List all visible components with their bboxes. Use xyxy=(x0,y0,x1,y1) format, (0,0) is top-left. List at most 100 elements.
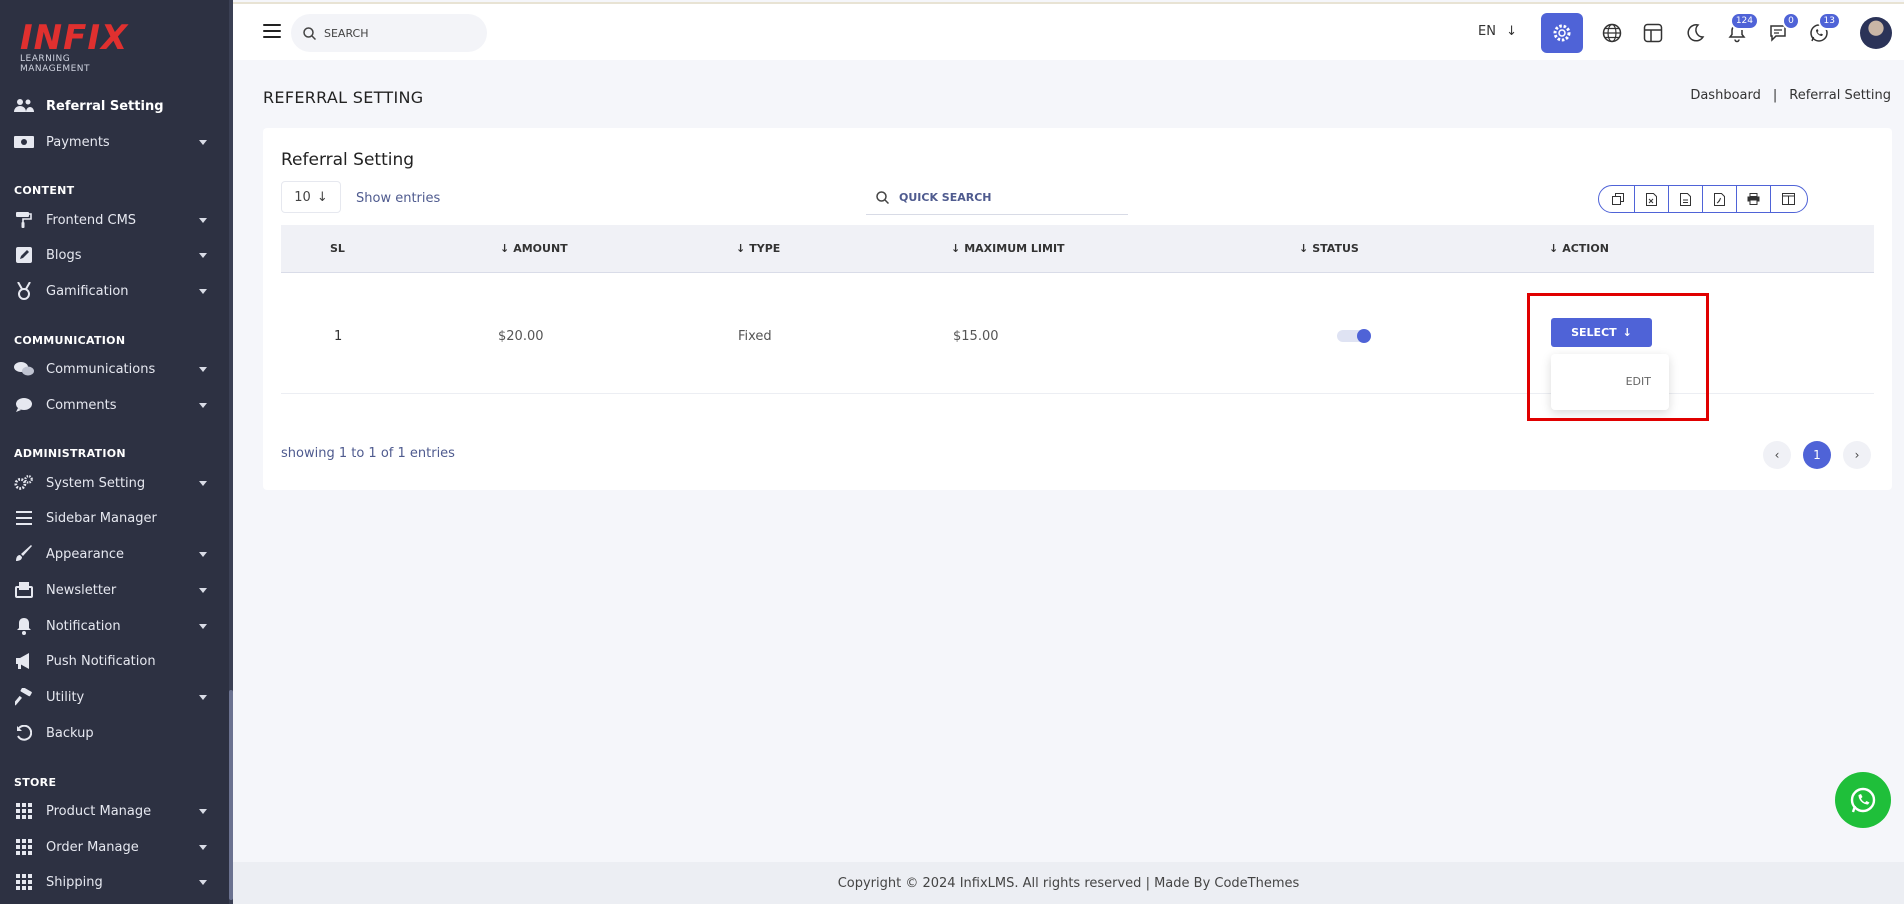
column-header-maximum-limit[interactable]: ↓ MAXIMUM LIMIT xyxy=(951,242,1065,255)
sidebar-item-label: System Setting xyxy=(46,475,146,491)
sidebar-item-label: Backup xyxy=(46,725,94,741)
edit-menu-item[interactable]: EDIT xyxy=(1626,375,1651,388)
status-toggle[interactable] xyxy=(1337,326,1371,346)
sidebar-item-blogs[interactable]: Blogs xyxy=(0,238,229,272)
page-button-current[interactable]: 1 xyxy=(1803,441,1831,469)
column-label: ACTION xyxy=(1562,242,1609,255)
sidebar-item-comments[interactable]: Comments xyxy=(0,388,229,422)
chat-button[interactable]: 13 xyxy=(1803,12,1841,49)
sidebar-item-system-setting[interactable]: System Setting xyxy=(0,466,229,500)
column-header-sl[interactable]: SL xyxy=(330,242,345,255)
avatar[interactable] xyxy=(1860,17,1892,49)
sidebar-item-newsletter[interactable]: Newsletter xyxy=(0,573,229,607)
messages-badge: 0 xyxy=(1782,12,1800,30)
sidebar-item-push-notification[interactable]: Push Notification xyxy=(0,644,229,678)
arrow-down-icon: ↓ xyxy=(1622,326,1632,339)
csv-export-button[interactable] xyxy=(1669,186,1703,212)
menu-toggle-icon[interactable] xyxy=(263,24,281,38)
sidebar-item-order-manage[interactable]: Order Manage xyxy=(0,830,229,864)
chevron-down-icon xyxy=(199,587,207,593)
toggle-knob xyxy=(1357,329,1371,343)
hammer-icon xyxy=(14,688,34,706)
sidebar-item-shipping[interactable]: Shipping xyxy=(0,865,229,899)
file-csv-icon xyxy=(1680,192,1691,206)
sidebar-item-label: Newsletter xyxy=(46,582,117,598)
footer-copyright: Copyright © 2024 InfixLMS. All rights re… xyxy=(837,875,1300,891)
messages-button[interactable]: 0 xyxy=(1762,12,1800,49)
chevron-down-icon xyxy=(199,879,207,885)
megaphone-icon xyxy=(14,652,34,670)
card-title: Referral Setting xyxy=(281,150,415,170)
language-selector[interactable]: EN ↓ xyxy=(1478,24,1517,39)
whatsapp-icon xyxy=(1850,787,1876,813)
language-label: EN xyxy=(1478,24,1496,39)
sidebar-item-label: Frontend CMS xyxy=(46,212,137,228)
sidebar-item-backup[interactable]: Backup xyxy=(0,716,229,750)
chevron-down-icon xyxy=(199,366,207,372)
global-search xyxy=(291,14,487,52)
column-label: SL xyxy=(330,242,345,255)
print-icon xyxy=(1747,193,1760,205)
grid-icon xyxy=(14,873,34,891)
column-header-action[interactable]: ↓ ACTION xyxy=(1549,242,1609,255)
sidebar-item-referral-setting[interactable]: Referral Setting xyxy=(0,89,229,123)
sidebar-item-notification[interactable]: Notification xyxy=(0,609,229,643)
top-bar: EN ↓ 124 0 13 xyxy=(233,2,1904,60)
column-header-status[interactable]: ↓ STATUS xyxy=(1299,242,1359,255)
logo-text: INFIX xyxy=(20,18,129,58)
column-label: TYPE xyxy=(749,242,781,255)
settings-button[interactable] xyxy=(1541,13,1583,53)
sidebar-item-communications[interactable]: Communications xyxy=(0,352,229,386)
notifications-badge: 124 xyxy=(1729,12,1759,30)
layout-button[interactable] xyxy=(1637,17,1669,49)
table-header: SL ↓ AMOUNT ↓ TYPE ↓ MAXIMUM LIMIT ↓ STATUS … xyxy=(281,225,1874,273)
next-page-button[interactable]: › xyxy=(1843,441,1871,469)
sidebar-item-product-manage[interactable]: Product Manage xyxy=(0,794,229,828)
chevron-down-icon xyxy=(199,288,207,294)
sidebar-item-appearance[interactable]: Appearance xyxy=(0,537,229,571)
table-row: 1 $20.00 Fixed $15.00 SELECT ↓ EDIT xyxy=(281,274,1874,410)
section-title-communication: COMMUNICATION xyxy=(14,334,126,347)
sidebar-item-label: Referral Setting xyxy=(46,98,164,114)
cell-type: Fixed xyxy=(738,329,772,344)
prev-page-button[interactable]: ‹ xyxy=(1763,441,1791,469)
notifications-button[interactable]: 124 xyxy=(1721,12,1759,49)
column-header-amount[interactable]: ↓ AMOUNT xyxy=(500,242,568,255)
sidebar-item-utility[interactable]: Utility xyxy=(0,680,229,714)
entries-per-page-select[interactable]: 10 ↓ xyxy=(281,181,341,213)
website-button[interactable] xyxy=(1596,17,1628,49)
chevron-down-icon xyxy=(199,844,207,850)
breadcrumb-dashboard-link[interactable]: Dashboard xyxy=(1690,88,1761,103)
column-label: STATUS xyxy=(1312,242,1359,255)
print-button[interactable] xyxy=(1737,186,1771,212)
column-header-type[interactable]: ↓ TYPE xyxy=(736,242,780,255)
sidebar-item-frontend-cms[interactable]: Frontend CMS xyxy=(0,203,229,237)
chevron-down-icon xyxy=(199,402,207,408)
sidebar-item-label: Order Manage xyxy=(46,839,139,855)
excel-export-button[interactable] xyxy=(1635,186,1669,212)
sidebar-item-payments[interactable]: Payments xyxy=(0,125,229,159)
select-action-button[interactable]: SELECT ↓ xyxy=(1551,318,1652,347)
logo[interactable]: INFIX LEARNING MANAGEMENT xyxy=(20,18,140,74)
copy-button[interactable] xyxy=(1601,186,1635,212)
arrow-down-icon: ↓ xyxy=(1549,242,1559,255)
sidebar-item-gamification[interactable]: Gamification xyxy=(0,274,229,308)
breadcrumb: Dashboard | Referral Setting xyxy=(1690,88,1891,103)
pdf-export-button[interactable] xyxy=(1703,186,1737,212)
chevron-down-icon xyxy=(199,480,207,486)
sidebar-item-sidebar-manager[interactable]: Sidebar Manager xyxy=(0,501,229,535)
breadcrumb-separator: | xyxy=(1772,88,1778,103)
chevron-down-icon xyxy=(199,217,207,223)
sidebar-item-label: Comments xyxy=(46,397,117,413)
section-title-store: STORE xyxy=(14,776,57,789)
quick-search-input[interactable] xyxy=(899,191,1099,204)
users-icon xyxy=(14,97,34,115)
envelope-open-icon xyxy=(14,581,34,599)
whatsapp-floating-button[interactable] xyxy=(1835,772,1891,828)
dark-mode-toggle[interactable] xyxy=(1679,17,1711,49)
arrow-down-icon: ↓ xyxy=(736,242,746,255)
arrow-down-icon: ↓ xyxy=(1299,242,1309,255)
cell-maximum-limit: $15.00 xyxy=(953,329,999,344)
search-input[interactable] xyxy=(324,26,474,40)
column-visibility-button[interactable] xyxy=(1771,186,1805,212)
